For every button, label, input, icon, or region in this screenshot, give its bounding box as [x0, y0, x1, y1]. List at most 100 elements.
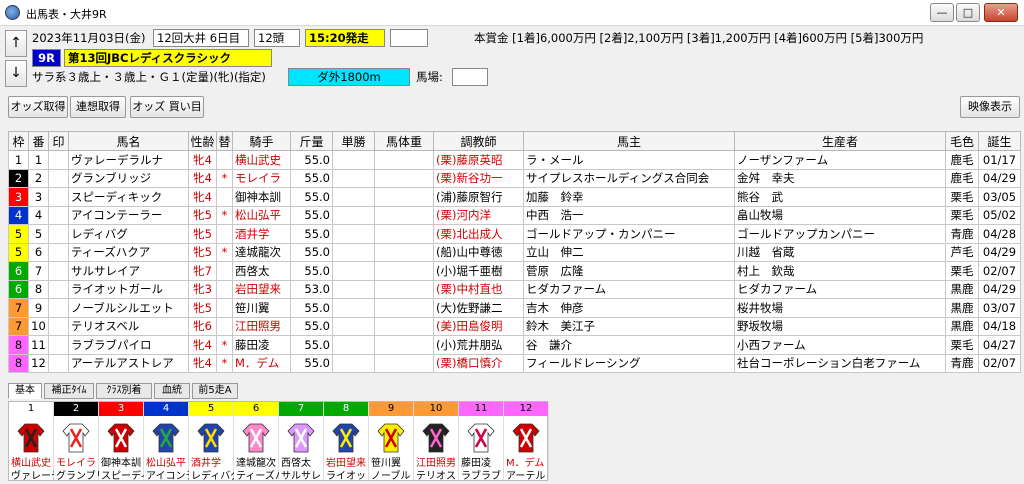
coat-color-cell: 栗毛 — [945, 261, 979, 281]
coat-color-cell: 栗毛 — [945, 205, 979, 225]
coat-color-cell: 栗毛 — [945, 335, 979, 355]
column-header[interactable]: 生産者 — [734, 131, 946, 151]
jockey-silk-icon — [422, 423, 450, 453]
prev-race-button[interactable]: ↑ — [5, 30, 27, 57]
silk-column[interactable]: 10 江田照男 テリオス — [414, 402, 459, 482]
column-header[interactable]: 馬体重 — [374, 131, 434, 151]
sex-age-cell: 牝5 — [188, 298, 217, 318]
column-header[interactable]: 騎手 — [232, 131, 291, 151]
column-header[interactable]: 斤量 — [290, 131, 333, 151]
jockey-silk-icon — [17, 423, 45, 453]
video-button[interactable]: 映像表示 — [960, 96, 1020, 118]
column-header[interactable]: 印 — [48, 131, 69, 151]
column-header[interactable]: 誕生 — [978, 131, 1021, 151]
column-header[interactable]: 単勝 — [332, 131, 375, 151]
silk-number: 8 — [324, 402, 368, 416]
breeder-cell: 桜井牧場 — [734, 298, 946, 318]
table-row[interactable]: 6 8 ライオットガール 牝3 岩田望来 53.0 (栗)中村直也 ヒダカファーム ヒダカファー… — [8, 279, 1021, 299]
tab-1[interactable]: 補正ﾀｲﾑ — [44, 383, 94, 399]
table-row[interactable]: 6 7 サルサレイア 牝7 西啓太 55.0 (小)堀千亜樹 菅原 広隆 村上 欽哉 栗毛 02/0… — [8, 261, 1021, 281]
horse-name-cell: サルサレイア — [68, 261, 189, 281]
column-header[interactable]: 調教師 — [433, 131, 524, 151]
horse-number-cell: 10 — [28, 316, 49, 336]
silk-column[interactable]: 4松山弘平アイコンテ — [144, 402, 189, 482]
win-odds-cell — [332, 353, 375, 373]
win-odds-cell — [332, 187, 375, 207]
table-row[interactable]: 7 10 テリオスベル 牝6 江田照男 55.0 (美)田島俊明 鈴木 美江子 野坂牧場 黒鹿 04… — [8, 316, 1021, 336]
silk-horse-name: ラブラブ — [461, 471, 501, 482]
odds-kaime-button[interactable]: オッズ 買い目 — [130, 96, 204, 118]
sex-age-cell: 牝4 — [188, 168, 217, 188]
table-row[interactable]: 2 2 グランブリッジ 牝4 * モレイラ 55.0 (栗)新谷功一 サイプレスホールディングス… — [8, 168, 1021, 188]
column-header[interactable]: 枠 — [8, 131, 29, 151]
birth-date-cell: 05/02 — [978, 205, 1021, 225]
weight-cell: 55.0 — [290, 224, 333, 244]
silk-number: 7 — [279, 402, 323, 416]
silk-number: 12 — [504, 402, 548, 416]
table-row[interactable]: 1 1 ヴァレーデラルナ 牝4 横山武史 55.0 (栗)藤原英昭 ラ・メール ノーザンファーム… — [8, 150, 1021, 170]
silk-horse-name: ノーブル — [371, 471, 411, 482]
table-row[interactable]: 5 5 レディバグ 牝5 酒井学 55.0 (栗)北出成人 ゴールドアップ・カンパニー ゴールド… — [8, 224, 1021, 244]
silk-column[interactable]: 3御神本訓スピーディキ — [99, 402, 144, 482]
body-weight-cell — [374, 205, 434, 225]
silk-column[interactable]: 5酒井学レディバグ — [189, 402, 234, 482]
silk-column[interactable]: 2モレイラグランブリッジ — [54, 402, 99, 482]
body-weight-cell — [374, 353, 434, 373]
column-header[interactable]: 性齢 — [188, 131, 217, 151]
jockey-silk-icon — [287, 423, 315, 453]
table-row[interactable]: 7 9 ノーブルシルエット 牝5 笹川翼 55.0 (大)佐野謙二 吉木 伸彦 桜井牧場 黒鹿 03… — [8, 298, 1021, 318]
jockey-cell: M．デム — [232, 353, 291, 373]
minimize-button[interactable]: — — [930, 3, 954, 22]
entry-table: 枠番印馬名 性齢替騎手 斤量 単勝 馬体重 調教師 馬主 生産者 毛色 誕生 1 1 ヴァレーデラルナ… — [8, 131, 1021, 373]
body-weight-cell — [374, 316, 434, 336]
next-race-button[interactable]: ↓ — [5, 60, 27, 87]
change-cell — [216, 316, 233, 336]
close-button[interactable]: ✕ — [984, 3, 1018, 22]
maximize-button[interactable]: □ — [956, 3, 980, 22]
kaisai-box: 12回大井 6日目 — [153, 29, 249, 47]
silk-column[interactable]: 6達城龍次ティーズハ — [234, 402, 279, 482]
coat-color-cell: 鹿毛 — [945, 168, 979, 188]
heads-box: 12頭 — [254, 29, 300, 47]
tab-0[interactable]: 基本 — [8, 383, 42, 399]
horse-number-cell: 9 — [28, 298, 49, 318]
column-header[interactable]: 毛色 — [945, 131, 979, 151]
jockey-cell: 酒井学 — [232, 224, 291, 244]
weight-cell: 55.0 — [290, 261, 333, 281]
silk-column[interactable]: 12 M．デム アーテル — [504, 402, 549, 482]
silk-horse-name: ライオッ — [326, 471, 366, 482]
tab-4[interactable]: 前5走A — [192, 383, 238, 399]
change-cell — [216, 187, 233, 207]
change-cell — [216, 261, 233, 281]
table-row[interactable]: 3 3 スピーディキック 牝4 御神本訓 55.0 (浦)藤原智行 加藤 鈴幸 熊谷 武栗毛 03… — [8, 187, 1021, 207]
silk-column[interactable]: 11 藤田凌 ラブラブ — [459, 402, 504, 482]
silk-column[interactable]: 7 西啓太 サルサレ — [279, 402, 324, 482]
column-header[interactable]: 替 — [216, 131, 233, 151]
table-row[interactable]: 8 12 アーテルアストレア 牝4 * M．デム 55.0 (栗)橋口慎介 フィールドレーシング… — [8, 353, 1021, 373]
column-header[interactable]: 番 — [28, 131, 49, 151]
column-header[interactable]: 馬名 — [68, 131, 189, 151]
mark-cell — [48, 242, 69, 262]
column-header[interactable]: 馬主 — [523, 131, 735, 151]
table-row[interactable]: 4 4 アイコンテーラー 牝5 * 松山弘平 55.0 (栗)河内洋 中西 浩一 畠山牧場 栗毛 05… — [8, 205, 1021, 225]
odds-fetch-button[interactable]: オッズ取得 — [8, 96, 68, 118]
renso-fetch-button[interactable]: 連想取得 — [70, 96, 126, 118]
silk-column[interactable]: 8 岩田望来 ライオッ — [324, 402, 369, 482]
owner-cell: ヒダカファーム — [523, 279, 735, 299]
sex-age-cell: 牝6 — [188, 316, 217, 336]
silk-column[interactable]: 1横山武史ヴァレーデラ — [9, 402, 54, 482]
sex-age-cell: 牝4 — [188, 353, 217, 373]
tab-3[interactable]: 血統 — [154, 383, 190, 399]
coat-color-cell: 青鹿 — [945, 353, 979, 373]
body-weight-cell — [374, 335, 434, 355]
coat-color-cell: 芦毛 — [945, 242, 979, 262]
table-row[interactable]: 5 6 ティーズハクア 牝5 * 達城龍次 55.0 (船)山中尊徳 立山 伸二 川越 省蔵 芦毛 0… — [8, 242, 1021, 262]
silk-column[interactable]: 9 笹川翼 ノーブル — [369, 402, 414, 482]
owner-cell: 菅原 広隆 — [523, 261, 735, 281]
birth-date-cell: 02/07 — [978, 261, 1021, 281]
table-row[interactable]: 8 11 ラブラブパイロ 牝4 * 藤田凌 55.0 (小)荒井朋弘谷 謙介 小西ファーム 栗毛 0… — [8, 335, 1021, 355]
coat-color-cell: 黒鹿 — [945, 298, 979, 318]
trainer-cell: (美)田島俊明 — [433, 316, 524, 336]
horse-name-cell: ライオットガール — [68, 279, 189, 299]
tab-2[interactable]: ｸﾗｽ別着 — [96, 383, 152, 399]
